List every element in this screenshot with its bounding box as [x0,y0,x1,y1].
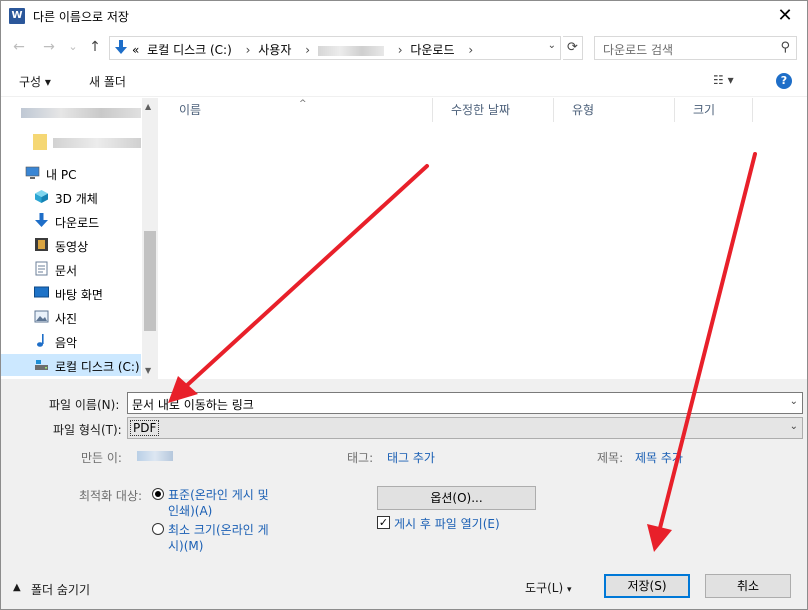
pictures-icon [34,310,49,323]
navigation-pane: 내 PC 3D 개체 다운로드 동영상 문서 바탕 화면 사진 음악 로컬 디스… [1,98,158,379]
column-header-type[interactable]: 유형 [554,98,675,122]
chevron-up-icon[interactable]: ▲ [13,582,21,593]
organize-menu-button[interactable]: 구성 ▾ [19,73,51,90]
title-add-link[interactable]: 제목 추가 [635,449,683,466]
title-label: 제목: [597,451,624,465]
tags-label: 태그: [347,451,374,465]
music-icon [37,334,44,347]
optimize-minimum-radio[interactable] [152,523,164,535]
document-icon [35,261,48,276]
nav-item-music[interactable]: 음악 [1,330,141,352]
drive-icon [35,360,48,370]
sort-ascending-icon: ^ [299,99,307,109]
hide-folders-button[interactable]: 폴더 숨기기 [31,581,90,598]
title-bar: W 다른 이름으로 저장 ✕ [1,1,807,31]
nav-item-this-pc[interactable]: 내 PC [1,162,141,184]
nav-item-pictures[interactable]: 사진 [1,306,141,328]
nav-item-downloads[interactable]: 다운로드 [1,210,141,232]
scroll-up-icon[interactable]: ▲ [145,102,151,111]
tools-menu-button[interactable]: 도구(L) ▾ [525,579,572,596]
breadcrumb-username-redacted[interactable] [317,45,384,56]
breadcrumb-separator[interactable]: › [305,43,310,57]
filetype-label: 파일 형식(T): [53,423,122,437]
filename-field[interactable]: 문서 내로 이동하는 링크 ⌄ [127,392,803,414]
3d-objects-icon [35,190,48,203]
optimize-minimum-label-line2[interactable]: 시)(M) [168,537,203,554]
search-icon[interactable]: ⚲ [780,40,790,55]
refresh-icon[interactable]: ⟳ [563,36,583,60]
navigation-pane-scrollbar[interactable]: ▲ ▼ [142,98,158,379]
column-header-size[interactable]: 크기 [675,98,753,122]
tags-add-link[interactable]: 태그 추가 [387,449,435,466]
nav-item-local-disk[interactable]: 로컬 디스크 (C:) [1,354,141,376]
command-toolbar: 구성 ▾ 새 폴더 ☷ ▾ ? [1,65,807,97]
author-label: 만든 이: [81,451,122,465]
up-arrow-icon[interactable]: ↑ [87,39,103,55]
filename-input[interactable]: 문서 내로 이동하는 링크 [132,396,254,413]
folder-icon [33,134,47,150]
optimize-standard-label-line1[interactable]: 표준(온라인 게시 및 [168,486,269,503]
nav-item-desktop[interactable]: 바탕 화면 [1,282,141,304]
pc-icon [25,166,40,179]
column-header-date-modified[interactable]: 수정한 날짜 [433,98,554,122]
breadcrumb-downloads[interactable]: 다운로드 [410,43,454,57]
help-icon[interactable]: ? [776,73,792,89]
search-box[interactable]: 다운로드 검색 ⚲ [594,36,797,60]
save-as-dialog: W 다른 이름으로 저장 ✕ ← → ⌄ ↑ « 로컬 디스크 (C:) › 사… [0,0,808,610]
address-bar[interactable]: « 로컬 디스크 (C:) › 사용자 › › 다운로드 › ⌄ [109,36,561,60]
optimize-minimum-label-line1[interactable]: 최소 크기(온라인 게 [168,521,269,538]
breadcrumb-local-disk[interactable]: 로컬 디스크 (C:) [147,43,232,57]
forward-arrow-icon[interactable]: → [41,39,57,55]
navigation-bar: ← → ⌄ ↑ « 로컬 디스크 (C:) › 사용자 › › 다운로드 › ⌄… [1,31,807,65]
optimize-label: 최적화 대상: [79,489,143,503]
options-button[interactable]: 옵션(O)... [377,486,536,510]
scrollbar-thumb[interactable] [144,231,156,331]
video-icon [35,238,48,251]
download-folder-icon [115,40,127,54]
file-list[interactable]: ^ 이름 수정한 날짜 유형 크기 [161,98,807,379]
nav-item-3d-objects[interactable]: 3D 개체 [1,186,141,208]
breadcrumb-separator[interactable]: › [246,43,251,57]
address-overflow[interactable]: « [132,43,139,57]
filetype-select[interactable]: PDF ⌄ [127,417,803,439]
filename-label: 파일 이름(N): [49,398,120,412]
view-options-icon[interactable]: ☷ ▾ [713,73,734,87]
nav-item-videos[interactable]: 동영상 [1,234,141,256]
scroll-down-icon[interactable]: ▼ [145,366,151,375]
redacted-quick-access-item[interactable] [21,108,141,118]
breadcrumb-users[interactable]: 사용자 [258,43,291,57]
new-folder-button[interactable]: 새 폴더 [89,73,126,90]
desktop-icon [34,286,49,298]
author-value-redacted[interactable] [137,451,173,461]
close-button[interactable]: ✕ [771,4,799,28]
breadcrumb-separator[interactable]: › [398,43,403,57]
filetype-value[interactable]: PDF [130,420,160,436]
search-input[interactable]: 다운로드 검색 [603,41,673,58]
chevron-down-icon[interactable]: ⌄ [790,421,798,432]
save-options-pane: 파일 이름(N): 문서 내로 이동하는 링크 ⌄ 파일 형식(T): PDF … [1,379,807,609]
address-dropdown-icon[interactable]: ⌄ [548,40,556,51]
breadcrumb-separator[interactable]: › [468,43,473,57]
redacted-folder-item[interactable] [53,138,141,148]
optimize-standard-label-line2[interactable]: 인쇄)(A) [168,502,212,519]
recent-locations-icon[interactable]: ⌄ [65,40,81,53]
column-header-name[interactable]: ^ 이름 [161,98,433,122]
back-arrow-icon[interactable]: ← [11,39,27,55]
dialog-title: 다른 이름으로 저장 [33,10,129,24]
optimize-standard-radio[interactable] [152,488,164,500]
word-app-icon: W [9,8,25,24]
nav-item-documents[interactable]: 문서 [1,258,141,280]
open-after-publish-label[interactable]: 게시 후 파일 열기(E) [394,515,500,532]
open-after-publish-checkbox[interactable]: ✓ [377,516,390,529]
download-icon [35,213,48,227]
cancel-button[interactable]: 취소 [705,574,791,598]
chevron-down-icon[interactable]: ⌄ [790,396,798,407]
save-button[interactable]: 저장(S) [604,574,690,598]
